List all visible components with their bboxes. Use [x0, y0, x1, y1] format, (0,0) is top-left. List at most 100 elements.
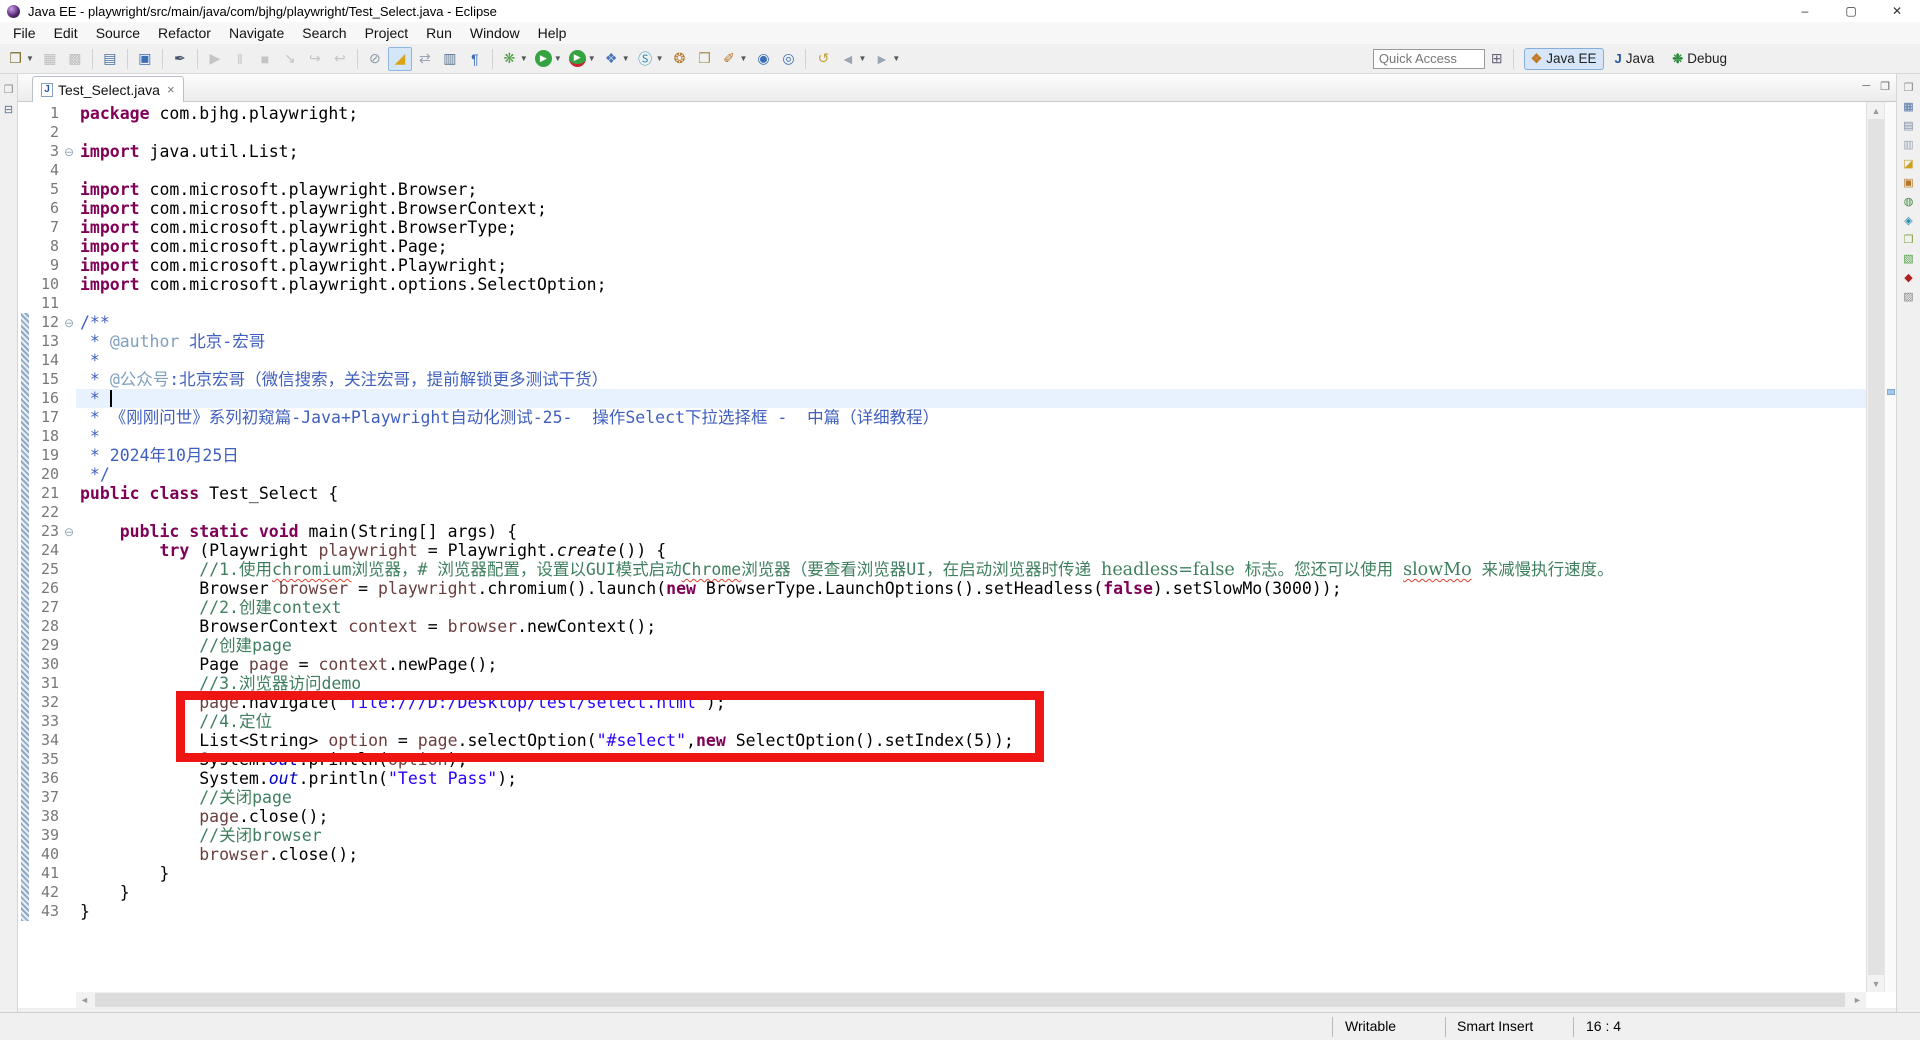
code-line-24[interactable]: try (Playwright playwright = Playwright.… [76, 541, 1866, 560]
code-line-1[interactable]: package com.bjhg.playwright; [76, 104, 1866, 123]
vertical-scroll-thumb[interactable] [1868, 119, 1884, 975]
annotation-ruler[interactable] [18, 102, 32, 992]
horizontal-scrollbar[interactable]: ◄ ► [76, 992, 1866, 1008]
code-line-12[interactable]: /** [76, 313, 1866, 332]
new-wizard-button[interactable]: ❐ ▼ [4, 47, 37, 71]
code-line-25[interactable]: //1.使用chromium浏览器，# 浏览器配置，设置以GUI模式启动Chro… [76, 560, 1866, 580]
code-line-2[interactable] [76, 123, 1866, 142]
menu-refactor[interactable]: Refactor [149, 23, 220, 43]
menu-file[interactable]: File [4, 23, 45, 43]
quick-access-input[interactable]: Quick Access [1372, 48, 1485, 69]
code-line-4[interactable] [76, 161, 1866, 180]
code-line-22[interactable] [76, 503, 1866, 522]
code-line-21[interactable]: public class Test_Select { [76, 484, 1866, 503]
clipboard-button[interactable]: ❒ [693, 47, 717, 71]
scroll-down-icon[interactable]: ▼ [1867, 975, 1885, 992]
tab-close-icon[interactable]: × [167, 82, 175, 97]
code-line-20[interactable]: */ [76, 465, 1866, 484]
perspective-java[interactable]: J Java [1608, 48, 1662, 70]
vertical-scrollbar[interactable]: ▲ ▼ [1866, 102, 1884, 992]
team-sync-button[interactable]: ❂ [668, 47, 692, 71]
line-number[interactable]: 33 [32, 712, 62, 731]
annotation-button[interactable]: ✐ ▼ [718, 47, 751, 71]
line-number[interactable]: 35 [32, 750, 62, 769]
code-line-13[interactable]: * @author 北京-宏哥 [76, 332, 1866, 351]
coverage-button[interactable]: ▶ ▼ [566, 47, 599, 71]
line-number[interactable]: 39 [32, 826, 62, 845]
maximize-view-icon[interactable]: ❐ [1880, 80, 1890, 93]
open-console-button[interactable]: ▣ [133, 47, 157, 71]
code-line-28[interactable]: BrowserContext context = browser.newCont… [76, 617, 1866, 636]
menu-help[interactable]: Help [529, 23, 576, 43]
line-number[interactable]: 42 [32, 883, 62, 902]
minimized-view-icon-6[interactable]: ◍ [1904, 196, 1914, 208]
line-number[interactable]: 36 [32, 769, 62, 788]
line-number[interactable]: 3 [32, 142, 62, 161]
code-line-5[interactable]: import com.microsoft.playwright.Browser; [76, 180, 1866, 199]
forward-button[interactable]: ► ▼ [870, 47, 903, 71]
mark-occurrences-button[interactable]: ◢ [387, 46, 412, 71]
line-number[interactable]: 17 [32, 408, 62, 427]
line-number[interactable]: 37 [32, 788, 62, 807]
line-number[interactable]: 29 [32, 636, 62, 655]
project-explorer-icon[interactable]: ⊟ [4, 104, 13, 116]
line-number[interactable]: 4 [32, 161, 62, 180]
code-line-10[interactable]: import com.microsoft.playwright.options.… [76, 275, 1866, 294]
menu-search[interactable]: Search [293, 23, 355, 43]
code-line-19[interactable]: * 2024年10月25日 [76, 446, 1866, 465]
fold-collapse-icon[interactable]: ⊖ [63, 142, 75, 161]
minimized-view-icon-2[interactable]: ▤ [1903, 120, 1913, 132]
web-service-button[interactable]: Ⓢ ▼ [634, 47, 667, 71]
menu-run[interactable]: Run [417, 23, 461, 43]
menu-navigate[interactable]: Navigate [220, 23, 293, 43]
code-line-11[interactable] [76, 294, 1866, 313]
line-number[interactable]: 41 [32, 864, 62, 883]
line-number[interactable]: 24 [32, 541, 62, 560]
code-line-37[interactable]: //关闭page [76, 788, 1866, 807]
line-number[interactable]: 21 [32, 484, 62, 503]
minimized-view-icon-9[interactable]: ▧ [1903, 253, 1913, 265]
line-number[interactable]: 23 [32, 522, 62, 541]
minimized-view-icon-8[interactable]: ❒ [1904, 234, 1914, 246]
menu-window[interactable]: Window [461, 23, 529, 43]
scroll-up-icon[interactable]: ▲ [1867, 102, 1885, 119]
tab-test-select-java[interactable]: J Test_Select.java × [32, 76, 184, 102]
step-over-button[interactable]: ↪ [303, 47, 327, 71]
line-number[interactable]: 10 [32, 275, 62, 294]
line-number[interactable]: 2 [32, 123, 62, 142]
code-line-39[interactable]: //关闭browser [76, 826, 1866, 845]
menu-edit[interactable]: Edit [45, 23, 87, 43]
quill-button[interactable]: ✒ [168, 47, 192, 71]
line-number[interactable]: 12 [32, 313, 62, 332]
line-number[interactable]: 25 [32, 560, 62, 579]
perspective-debug[interactable]: ❉ Debug [1665, 48, 1734, 70]
code-line-42[interactable]: } [76, 883, 1866, 902]
line-number[interactable]: 20 [32, 465, 62, 484]
scroll-left-icon[interactable]: ◄ [76, 992, 93, 1008]
suspend-button[interactable]: ‖ [228, 47, 252, 71]
print-button[interactable]: ▤ [98, 47, 122, 71]
line-number[interactable]: 13 [32, 332, 62, 351]
code-line-15[interactable]: * @公众号:北京宏哥（微信搜索，关注宏哥，提前解锁更多测试干货） [76, 370, 1866, 389]
code-line-23[interactable]: public static void main(String[] args) { [76, 522, 1866, 541]
close-button[interactable]: ✕ [1874, 0, 1920, 22]
line-number[interactable]: 30 [32, 655, 62, 674]
step-return-button[interactable]: ↩ [328, 47, 352, 71]
restore-view-icon[interactable]: ❐ [4, 84, 14, 96]
skip-breakpoints-button[interactable]: ⊘ [363, 47, 387, 71]
line-number[interactable]: 32 [32, 693, 62, 712]
fold-collapse-icon[interactable]: ⊖ [63, 522, 75, 541]
scroll-right-icon[interactable]: ► [1849, 992, 1866, 1008]
save-all-button[interactable]: ▩ [63, 47, 87, 71]
line-number[interactable]: 38 [32, 807, 62, 826]
code-line-40[interactable]: browser.close(); [76, 845, 1866, 864]
resume-button[interactable]: ▶ [203, 47, 227, 71]
debug-button[interactable]: ❋ ▼ [498, 47, 531, 71]
code-line-8[interactable]: import com.microsoft.playwright.Page; [76, 237, 1866, 256]
minimized-view-icon-5[interactable]: ▣ [1903, 177, 1913, 189]
open-perspective-icon[interactable]: ⊞ [1491, 50, 1503, 67]
line-number[interactable]: 15 [32, 370, 62, 389]
minimized-view-icon-10[interactable]: ◆ [1904, 272, 1912, 284]
code-line-16[interactable]: * [76, 389, 1866, 408]
line-number[interactable]: 19 [32, 446, 62, 465]
